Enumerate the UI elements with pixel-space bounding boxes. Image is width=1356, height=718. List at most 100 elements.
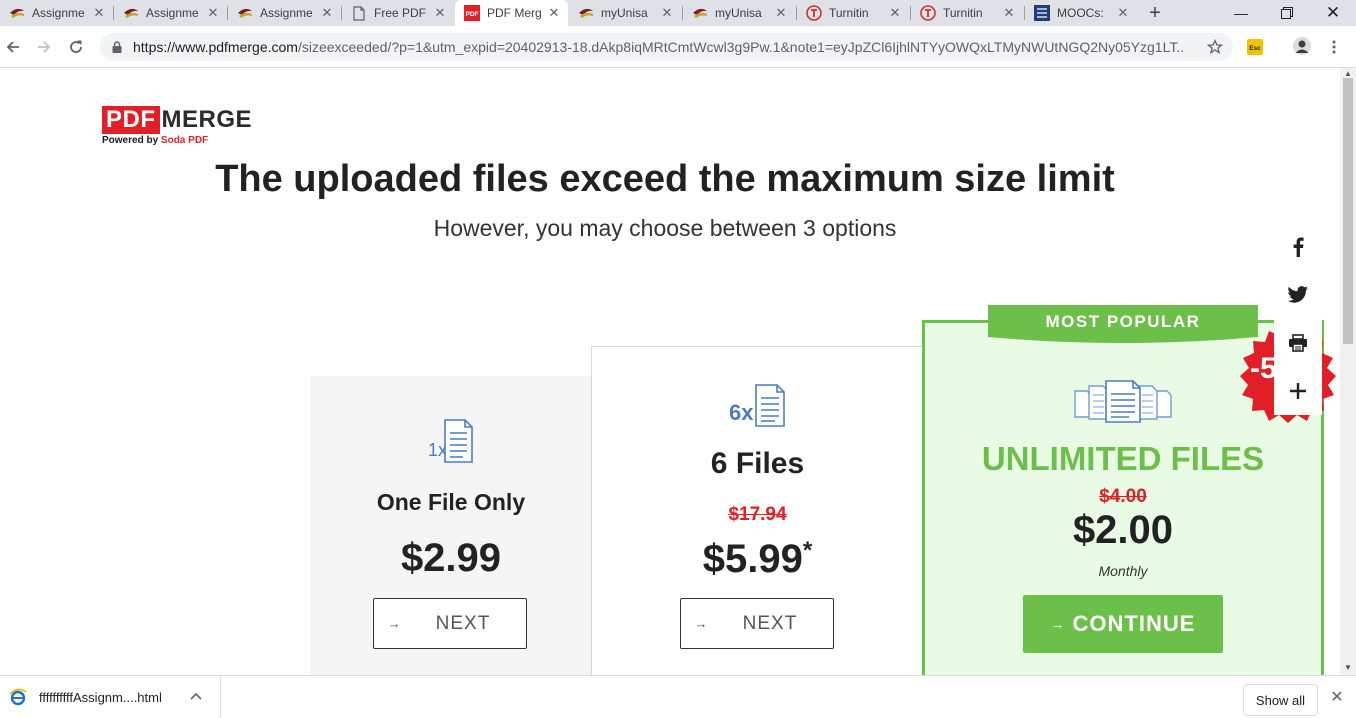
turnitin-icon xyxy=(920,5,936,21)
tab-close-icon[interactable]: ✕ xyxy=(1115,5,1131,21)
unisa-icon xyxy=(692,5,708,21)
old-price: $17.94 xyxy=(728,504,787,525)
scroll-up-icon[interactable]: ▲ xyxy=(1344,70,1352,78)
tab-title: Assignme xyxy=(32,6,85,20)
extension-esc-icon[interactable]: Esc xyxy=(1247,39,1263,55)
arrow-right-icon: → xyxy=(1050,616,1065,632)
button-label: NEXT xyxy=(742,612,798,634)
reload-icon[interactable] xyxy=(64,35,88,59)
powered-brand: Soda PDF xyxy=(160,135,209,146)
arrow-right-icon: → xyxy=(387,616,401,631)
next-button-six[interactable]: → NEXT xyxy=(680,598,834,649)
page-content: PDF MERGE Powered by Soda PDF The uploade… xyxy=(0,68,1340,675)
url-host: https://www.pdfmerge.com xyxy=(133,39,298,55)
tab-title: PDF Merg xyxy=(487,6,542,20)
minimize-icon[interactable]: — xyxy=(1218,0,1264,26)
plan-price: $5.99* xyxy=(592,537,923,582)
old-price: $4.00 xyxy=(1099,486,1147,507)
download-file-name: ffffffffffAssignm....html xyxy=(39,689,162,705)
tab-title: Turnitin xyxy=(943,6,983,20)
price-value: $5.99 xyxy=(702,537,803,581)
plan-card-six: 6x 6 Files $17.94 $5.99* → NEXT xyxy=(591,346,924,675)
tab-close-icon[interactable]: ✕ xyxy=(205,5,221,21)
back-icon[interactable] xyxy=(1,35,25,59)
share-bar xyxy=(1274,223,1322,415)
close-download-bar-icon[interactable]: ✕ xyxy=(1328,689,1346,707)
button-label: CONTINUE xyxy=(1072,611,1196,636)
tab-close-icon[interactable]: ✕ xyxy=(659,5,675,21)
facebook-icon[interactable] xyxy=(1274,223,1322,271)
browser-tab[interactable]: Assignme ✕ xyxy=(114,0,227,26)
pdf-icon: PDF xyxy=(464,5,480,21)
browser-toolbar: https://www.pdfmerge.com/sizeexceeded/?p… xyxy=(0,26,1356,68)
browser-tab[interactable]: MOOCs: ✕ xyxy=(1025,0,1137,26)
page-scrollbar[interactable]: ▲ ▼ xyxy=(1340,68,1356,675)
svg-text:Esc: Esc xyxy=(1249,45,1261,52)
tab-close-icon[interactable]: ✕ xyxy=(773,5,789,21)
tab-title: Assignme xyxy=(146,6,199,20)
page-subtitle: However, you may choose between 3 option… xyxy=(433,215,897,241)
most-popular-label: MOST POPULAR xyxy=(1045,312,1201,331)
tab-title: Turnitin xyxy=(829,6,869,20)
browser-tab[interactable]: Assignme ✕ xyxy=(0,0,113,26)
tab-title: myUnisa xyxy=(601,6,648,20)
unlimited-files-icon xyxy=(1073,379,1173,428)
price-asterisk: * xyxy=(802,537,813,564)
browser-tab[interactable]: Assignme ✕ xyxy=(228,0,341,26)
url-text[interactable]: https://www.pdfmerge.com/sizeexceeded/?p… xyxy=(133,39,1183,55)
more-share-plus-icon[interactable] xyxy=(1274,367,1322,415)
tab-title: myUnisa xyxy=(715,6,762,20)
download-item[interactable]: ffffffffffAssignm....html xyxy=(0,676,221,718)
svg-text:6x: 6x xyxy=(729,400,754,425)
tab-close-icon[interactable]: ✕ xyxy=(1001,5,1017,21)
bookmark-star-icon[interactable] xyxy=(1206,38,1224,55)
new-tab-icon[interactable]: + xyxy=(1145,3,1165,23)
logo-pdf: PDF xyxy=(102,106,160,134)
plan-name: UNLIMITED FILES xyxy=(981,440,1265,477)
six-files-icon: 6x xyxy=(729,383,789,434)
browser-tab-active[interactable]: PDF PDF Merg ✕ xyxy=(455,0,568,26)
pdfmerge-logo[interactable]: PDF MERGE Powered by Soda PDF xyxy=(102,106,252,146)
tab-close-icon[interactable]: ✕ xyxy=(91,5,107,21)
continue-button[interactable]: → CONTINUE xyxy=(1023,595,1223,653)
turnitin-icon xyxy=(806,5,822,21)
scrollbar-thumb[interactable] xyxy=(1343,78,1353,344)
browser-tab[interactable]: Turnitin ✕ xyxy=(797,0,909,26)
address-bar[interactable]: https://www.pdfmerge.com/sizeexceeded/?p… xyxy=(100,33,1233,61)
chevron-up-icon[interactable] xyxy=(188,691,204,703)
show-all-button[interactable]: Show all xyxy=(1243,684,1318,716)
browser-tab[interactable]: Turnitin ✕ xyxy=(911,0,1023,26)
plan-name: One File Only xyxy=(376,489,526,515)
tab-title: Free PDF xyxy=(374,6,427,20)
page-title: The uploaded files exceed the maximum si… xyxy=(215,158,1115,200)
document-icon xyxy=(351,5,367,21)
next-button-single[interactable]: → NEXT xyxy=(373,598,527,649)
button-label: NEXT xyxy=(435,612,491,634)
profile-avatar[interactable] xyxy=(1293,37,1311,55)
tab-close-icon[interactable]: ✕ xyxy=(432,5,448,21)
tab-strip: Assignme ✕ Assignme ✕ Assignme ✕ Free PD… xyxy=(0,0,1356,26)
browser-tab[interactable]: myUnisa ✕ xyxy=(569,0,681,26)
tab-close-icon[interactable]: ✕ xyxy=(319,5,335,21)
maximize-icon[interactable] xyxy=(1264,0,1310,26)
powered-prefix: Powered by xyxy=(102,135,159,146)
unisa-icon xyxy=(123,5,139,21)
download-bar: ffffffffffAssignm....html Show all ✕ xyxy=(0,675,1356,718)
url-path: /sizeexceeded/?p=1&utm_expid=20402913-18… xyxy=(297,39,1183,55)
tab-close-icon[interactable]: ✕ xyxy=(887,5,903,21)
powered-by: Powered by Soda PDF xyxy=(102,135,252,146)
window-close-icon[interactable]: ✕ xyxy=(1310,0,1356,26)
twitter-icon[interactable] xyxy=(1274,271,1322,319)
browser-tab[interactable]: myUnisa ✕ xyxy=(683,0,795,26)
print-icon[interactable] xyxy=(1274,319,1322,367)
scroll-down-icon[interactable]: ▼ xyxy=(1344,664,1352,672)
ieee-icon xyxy=(1034,5,1050,21)
plan-name: 6 Files xyxy=(710,447,805,480)
browser-tab[interactable]: Free PDF ✕ xyxy=(342,0,454,26)
unisa-icon xyxy=(578,5,594,21)
menu-dots-icon[interactable] xyxy=(1326,39,1342,55)
forward-icon[interactable] xyxy=(32,35,56,59)
tab-title: Assignme xyxy=(260,6,313,20)
lock-icon[interactable] xyxy=(110,40,124,54)
tab-close-icon[interactable]: ✕ xyxy=(546,5,562,21)
